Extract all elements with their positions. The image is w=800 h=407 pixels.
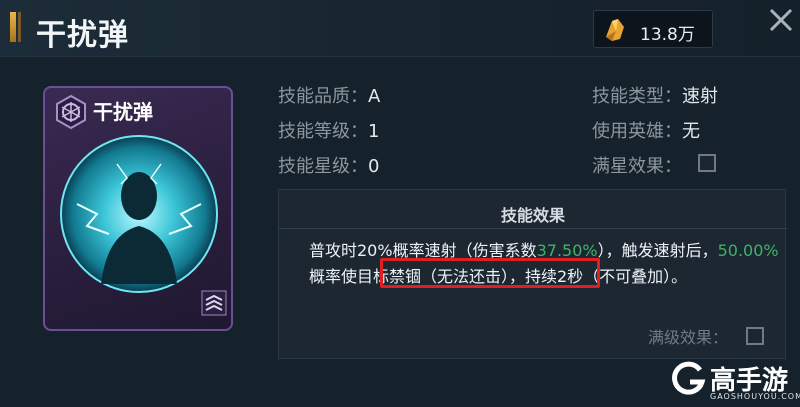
skill-level-label: 技能等级： — [278, 121, 368, 142]
hexagon-emblem-icon — [56, 94, 86, 130]
skill-level-row: 技能等级：1 — [278, 117, 379, 143]
effect-title: 技能效果 — [500, 206, 565, 225]
skill-type-value: 速射 — [682, 86, 718, 107]
skill-star-value: 0 — [368, 156, 380, 177]
title-bar: 干扰弹 13.8万 — [0, 0, 800, 56]
skill-art-icon — [60, 135, 218, 293]
skill-quality-label: 技能品质： — [278, 86, 368, 107]
skill-level-value: 1 — [368, 121, 380, 142]
currency-display: 13.8万 — [593, 10, 713, 48]
full-star-checkbox[interactable] — [698, 154, 716, 172]
skill-quality-row: 技能品质：A — [278, 82, 380, 108]
currency-amount: 13.8万 — [640, 25, 695, 45]
skill-star-row: 技能星级：0 — [278, 152, 379, 178]
skill-type-row: 技能类型：速射 — [592, 82, 718, 108]
max-level-effect-label: 满级效果： — [648, 328, 729, 347]
hero-value: 无 — [682, 121, 700, 142]
max-level-checkbox[interactable] — [746, 327, 764, 345]
watermark-site: GAOSHOUYOU.COM — [710, 392, 800, 401]
highlight-box — [380, 258, 600, 288]
full-star-row: 满星效果： — [592, 152, 682, 178]
brand-logo-icon — [672, 361, 706, 395]
skill-quality-value: A — [368, 86, 381, 107]
title-accent-bar — [10, 12, 21, 42]
hero-label: 使用英雄： — [592, 121, 682, 142]
rank-chevron-icon — [201, 290, 227, 316]
full-star-label: 满星效果： — [592, 156, 682, 177]
divider — [279, 228, 787, 229]
imprison-chance: 50.00% — [717, 241, 779, 260]
page-title: 干扰弹 — [36, 18, 129, 53]
close-icon[interactable] — [765, 4, 797, 36]
watermark: 高手游 GAOSHOUYOU.COM — [670, 356, 800, 404]
skill-card: 干扰弹 — [43, 86, 233, 331]
crystal-icon — [606, 19, 624, 41]
desc-text-2: ），触发速射后， — [597, 241, 718, 260]
hero-row: 使用英雄：无 — [592, 117, 700, 143]
card-name: 干扰弹 — [93, 100, 153, 124]
skill-type-label: 技能类型： — [592, 86, 682, 107]
skill-star-label: 技能星级： — [278, 156, 368, 177]
